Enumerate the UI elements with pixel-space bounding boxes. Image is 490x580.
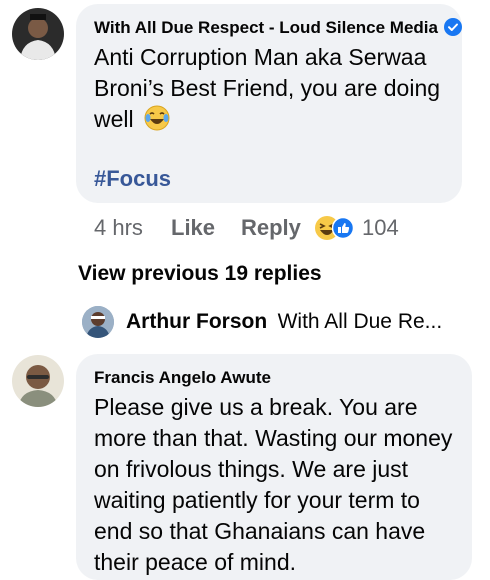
comment-author[interactable]: Francis Angelo Awute (94, 368, 271, 388)
avatar-image (82, 306, 114, 338)
comment-time: 4 hrs (94, 215, 143, 240)
comment-text-line: waiting patiently for your term to (94, 487, 420, 513)
comment-text-block: Please give us a break. You are more tha… (94, 392, 466, 578)
comment-bubble: With All Due Respect - Loud Silence Medi… (76, 4, 462, 203)
avatar-image (12, 8, 64, 60)
comment-text-line: their peace of mind. (94, 549, 297, 575)
comment-author[interactable]: With All Due Respect - Loud Silence Medi… (94, 18, 438, 37)
comment-text-line: on frivolous things. We are just (94, 456, 409, 482)
comment-text-line: end so that Ghanaians can have (94, 518, 426, 544)
laughing-tears-emoji-icon (144, 105, 170, 139)
like-button[interactable]: Like (171, 215, 215, 241)
reactions-summary[interactable]: 104 (314, 214, 399, 242)
like-reaction-icon (331, 216, 355, 240)
view-previous-replies-link[interactable]: View previous 19 replies (78, 262, 322, 286)
commenter-avatar[interactable] (12, 8, 64, 60)
verified-badge-icon (443, 18, 462, 36)
hashtag-link[interactable]: #Focus (94, 166, 171, 192)
comment-text-line: Please give us a break. You are (94, 394, 418, 420)
comment-bubble: Francis Angelo Awute Please give us a br… (76, 354, 472, 580)
avatar-image (12, 355, 64, 407)
reply-preview[interactable]: Arthur Forson With All Due Re... (126, 310, 442, 334)
reply-button[interactable]: Reply (241, 215, 301, 241)
reply-snippet: With All Due Re... (277, 310, 443, 333)
reaction-count: 104 (362, 215, 399, 240)
comment-author-line: With All Due Respect - Loud Silence Medi… (94, 18, 462, 38)
reply-avatar[interactable] (82, 306, 114, 338)
commenter-avatar[interactable] (12, 355, 64, 407)
reply-author[interactable]: Arthur Forson (126, 310, 267, 333)
comment-text-line: more than that. Wasting our money (94, 425, 453, 451)
comment-text-block: Anti Corruption Man aka Serwaa Broni’s B… (94, 42, 446, 139)
